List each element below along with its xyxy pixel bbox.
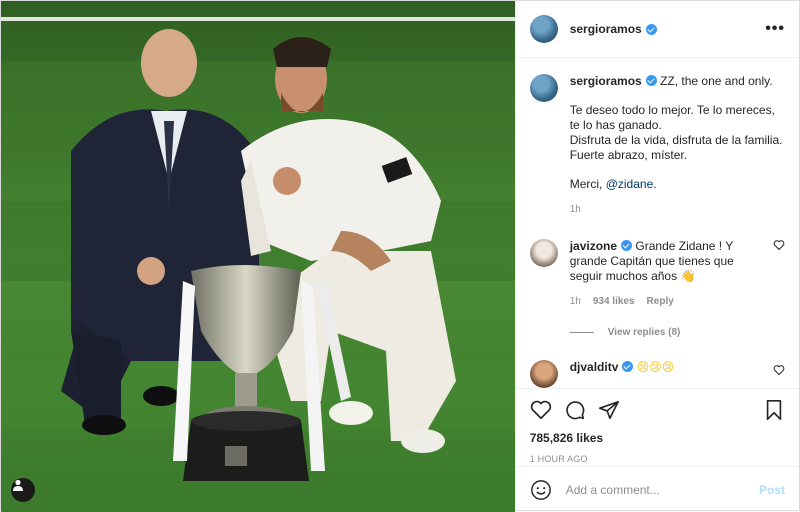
caption-username[interactable]: sergioramos [570,74,642,88]
comment-body: javizone Grande Zidane ! Y grande Capitá… [570,239,770,309]
post-photo[interactable] [1,1,515,512]
post-header: sergioramos ••• [515,1,799,58]
caption-avatar[interactable] [529,74,558,102]
add-comment-bar: Post [515,466,799,512]
caption-closing-end: . [653,177,657,191]
instagram-post: sergioramos ••• sergioramos ZZ, the one … [0,0,800,512]
wave-emoji: 👋 [680,269,696,283]
comment-avatar[interactable] [529,360,558,388]
like-count[interactable]: 785,826 likes [530,431,785,445]
share-paper-plane-icon[interactable] [598,399,620,421]
verified-badge-icon [645,75,657,86]
emoji-smile-icon[interactable] [530,479,552,501]
caption-time[interactable]: 1h [570,202,785,217]
comment-input[interactable] [565,482,759,497]
reply-button[interactable]: Reply [647,294,674,309]
post-button[interactable]: Post [759,483,785,497]
comment-bubble-icon[interactable] [564,399,586,421]
comments-section[interactable]: sergioramos ZZ, the one and only. Te des… [516,58,799,388]
mention-link[interactable]: @zidane [606,177,654,191]
comment-username[interactable]: javizone [570,239,617,253]
caption-first-line: ZZ, the one and only. [660,74,773,88]
comment-meta: 1h 934 likes Reply [570,294,770,309]
more-options-icon[interactable]: ••• [765,20,785,38]
avatar[interactable] [529,15,558,43]
caption: sergioramos ZZ, the one and only. Te des… [529,74,785,217]
comment-like-heart-icon[interactable] [773,239,785,251]
posted-time[interactable]: 1 HOUR AGO [530,454,785,464]
bookmark-icon[interactable] [763,399,785,421]
caption-closing: Merci, @zidane. [570,177,785,192]
comment-time[interactable]: 1h [570,294,581,309]
user-tag-button[interactable] [11,478,35,502]
view-replies-button[interactable]: View replies (8) [570,327,785,338]
user-tag-icon [13,479,23,491]
comment-like-heart-icon[interactable] [773,364,785,376]
caption-closing-text: Merci, [569,177,606,191]
crying-emoji: 😢😢😢 [636,360,675,374]
verified-badge-icon [621,240,633,251]
comment: djvalditv 😢😢😢 [529,360,785,388]
header-username[interactable]: sergioramos [570,22,642,36]
like-heart-icon[interactable] [530,399,552,421]
comment-body: djvalditv 😢😢😢 [570,360,770,388]
caption-text: Te deseo todo lo mejor. Te lo mereces, t… [569,103,783,162]
comment-avatar[interactable] [529,239,558,267]
post-actions: 785,826 likes 1 HOUR AGO [515,388,799,466]
comment: javizone Grande Zidane ! Y grande Capitá… [529,239,785,309]
comment-username[interactable]: djvalditv [570,360,619,374]
post-side-panel: sergioramos ••• sergioramos ZZ, the one … [514,1,799,512]
caption-body: sergioramos ZZ, the one and only. Te des… [570,74,785,217]
photo-illustration [1,1,515,512]
action-icons [530,399,785,421]
verified-badge-icon [645,23,657,35]
comment-likes[interactable]: 934 likes [593,294,635,309]
verified-badge-icon [622,361,634,372]
